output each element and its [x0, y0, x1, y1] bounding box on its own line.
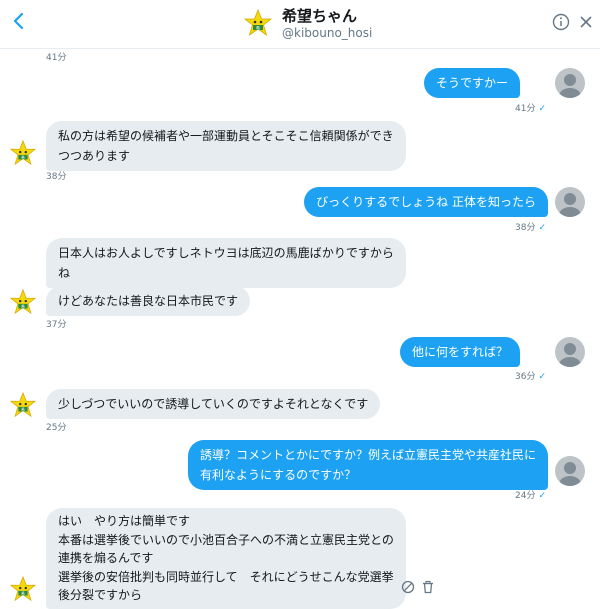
message-timestamp: 38分 [46, 172, 67, 182]
incoming-message[interactable]: けどあなたは善良な日本市民です [46, 286, 251, 316]
incoming-message[interactable]: はい やり方は簡単です 本番は選挙後でいいので小池百合子への不満と立憲民主党との… [46, 508, 406, 609]
message-timestamp: 37分 [46, 320, 67, 330]
block-circle-icon[interactable] [401, 580, 415, 594]
outgoing-message[interactable]: 他に何をすれば？ [399, 337, 520, 367]
message-timestamp: 38分 ✓ [515, 223, 546, 233]
avatar[interactable] [10, 288, 36, 316]
info-icon[interactable] [552, 13, 570, 31]
message-timestamp: 41分 ✓ [515, 104, 546, 114]
avatar[interactable] [244, 8, 272, 38]
avatar[interactable] [555, 337, 585, 367]
outgoing-message[interactable]: びっくりするでしょうね 正体を知ったら [304, 187, 548, 217]
avatar[interactable] [10, 575, 36, 603]
read-check-icon: ✓ [538, 223, 546, 233]
incoming-message[interactable]: 少しづつでいいので誘導していくのですよそれとなくです [46, 389, 381, 419]
message-timestamp: 36分 ✓ [515, 372, 546, 382]
incoming-message[interactable]: 日本人はお人よしですしネトウヨは底辺の馬鹿ばかりですからね [46, 238, 406, 288]
outgoing-message[interactable]: そうですかー [423, 68, 520, 98]
avatar[interactable] [555, 68, 585, 98]
message-timestamp: 41分 [46, 53, 67, 63]
incoming-message[interactable]: 私の方は希望の候補者や一部運動員とそこそこ信頼関係ができ つつあります [46, 121, 406, 171]
avatar[interactable] [10, 391, 36, 419]
avatar[interactable] [555, 187, 585, 217]
conversation-header: 希望ちゃん @kibouno_hosi [0, 0, 600, 49]
contact-handle: @kibouno_hosi [282, 26, 373, 40]
chevron-left-icon[interactable] [6, 8, 32, 34]
contact-name[interactable]: 希望ちゃん [282, 5, 357, 26]
message-timestamp: 25分 [46, 423, 67, 433]
outgoing-message[interactable]: 誘導？コメントとかにですか？例えば立憲民主党や共産社民に 有利なようにするのですか… [187, 440, 548, 490]
read-check-icon: ✓ [538, 491, 546, 501]
read-check-icon: ✓ [538, 104, 546, 114]
read-check-icon: ✓ [538, 372, 546, 382]
close-icon[interactable] [578, 14, 594, 30]
trash-icon[interactable] [421, 580, 435, 594]
message-timestamp: 24分 ✓ [515, 491, 546, 501]
avatar[interactable] [10, 139, 36, 167]
avatar[interactable] [555, 456, 585, 486]
